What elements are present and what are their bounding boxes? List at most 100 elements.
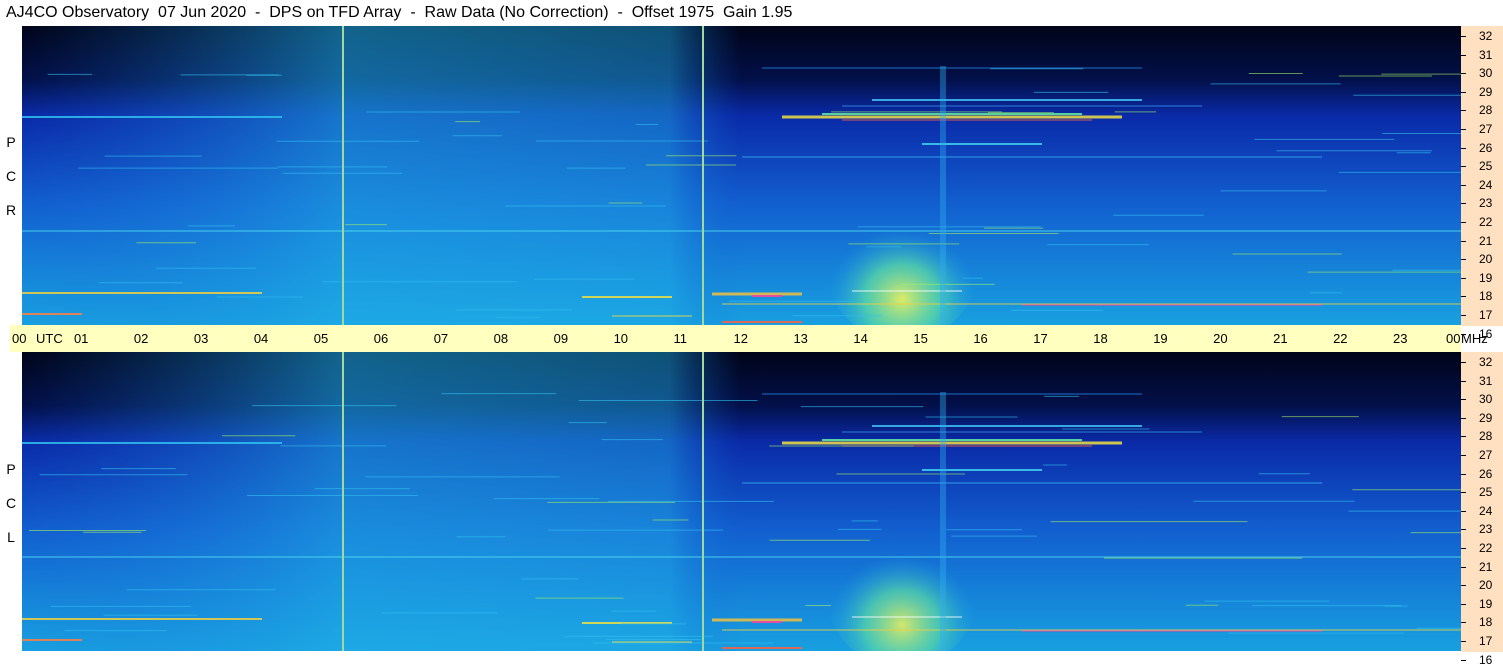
freq-tick-label: 32: [1479, 29, 1493, 43]
time-tick-label: 10: [613, 331, 629, 346]
freq-tick-label: 29: [1479, 84, 1493, 99]
freq-tick-label: 25: [1479, 159, 1493, 174]
freq-axis-rcp: 32 31 30 29 28 27 26 25 24 23 22 21 20 19 18 17 16: [1461, 26, 1503, 340]
time-tick-label: 19: [1153, 331, 1168, 346]
freq-tick: [1461, 362, 1466, 363]
time-axis: UTC 00 01 02 03 04 05 06 07 08 09 10 11 12 13 14 15 16 17…: [10, 325, 1461, 352]
freq-tick: [1461, 510, 1466, 512]
freq-tick: [1461, 277, 1466, 279]
freq-tick-label: 23: [1479, 196, 1493, 211]
freq-tick-label: 19: [1479, 270, 1493, 285]
freq-tick: [1461, 73, 1466, 75]
freq-tick: [1461, 259, 1466, 261]
lcp-letter-3: L: [7, 529, 15, 545]
freq-tick-label: 16: [1479, 652, 1493, 667]
freq-tick-label: 21: [1479, 233, 1493, 248]
freq-tick: [1461, 659, 1466, 661]
freq-tick: [1461, 91, 1466, 93]
freq-tick: [1461, 622, 1466, 624]
rcp-letter-1: P: [6, 134, 16, 150]
time-tick-label: 20: [1213, 331, 1228, 346]
time-tick-label: 15: [913, 331, 928, 346]
time-tick-label: 07: [433, 331, 449, 346]
lcp-marker-2: [702, 352, 704, 651]
freq-tick: [1461, 147, 1466, 149]
freq-tick-label: 32: [1479, 355, 1493, 369]
freq-tick-label: 30: [1479, 66, 1493, 81]
freq-tick: [1461, 473, 1466, 475]
freq-tick-label: 24: [1479, 503, 1493, 518]
time-tick-label: 11: [673, 331, 688, 346]
freq-tick: [1461, 129, 1466, 130]
time-tick-label: 00: [1446, 331, 1461, 346]
time-tick-label: 01: [73, 331, 89, 346]
freq-tick-label: 24: [1479, 177, 1493, 192]
freq-tick: [1461, 110, 1466, 112]
freq-tick: [1461, 566, 1466, 568]
chart-title: AJ4CO Observatory 07 Jun 2020 - DPS on T…: [6, 4, 793, 21]
freq-tick-label: 22: [1479, 215, 1493, 229]
freq-tick: [1461, 641, 1466, 642]
lcp-letter-1: P: [6, 461, 16, 477]
freq-tick-label: 17: [1479, 308, 1493, 322]
utc-label: UTC: [36, 331, 63, 346]
freq-tick: [1461, 315, 1466, 316]
freq-tick: [1461, 492, 1466, 494]
time-tick-label: 03: [193, 331, 209, 346]
freq-tick: [1461, 603, 1466, 605]
freq-tick-label: 18: [1479, 289, 1493, 304]
time-tick-label: 00: [12, 331, 27, 346]
time-tick-label: 08: [493, 331, 509, 346]
freq-tick-label: 28: [1479, 429, 1493, 444]
freq-tick-label: 17: [1479, 634, 1493, 648]
freq-tick: [1461, 529, 1466, 531]
freq-tick-label: 26: [1479, 466, 1493, 481]
vertical-burst: [940, 392, 946, 651]
time-tick-label: 18: [1093, 331, 1108, 346]
freq-tick-label: 20: [1479, 252, 1493, 267]
freq-tick-label: 26: [1479, 140, 1493, 155]
lcp-marker-1: [342, 352, 344, 651]
time-tick-label: 16: [973, 331, 988, 346]
freq-tick-label: 22: [1479, 541, 1493, 555]
time-tick-label: 21: [1273, 331, 1288, 346]
freq-tick: [1461, 36, 1466, 37]
freq-tick: [1461, 333, 1466, 335]
time-tick-label: 14: [853, 331, 868, 346]
freq-tick-label: 23: [1479, 522, 1493, 537]
time-tick-label: 06: [373, 331, 389, 346]
rcp-marker-2: [702, 26, 704, 325]
freq-tick-label: 30: [1479, 392, 1493, 407]
freq-tick: [1461, 54, 1466, 56]
freq-axis-lcp: 32 31 30 29 28 27 26 25 24 23 22 21 20 19 18 17 16: [1461, 352, 1503, 666]
time-tick-label: 02: [133, 331, 149, 346]
freq-tick-label: 28: [1479, 103, 1493, 118]
freq-tick-label: 25: [1479, 485, 1493, 500]
lcp-letter-2: C: [5, 495, 17, 511]
freq-tick: [1461, 399, 1466, 401]
freq-tick: [1461, 436, 1466, 438]
freq-tick: [1461, 380, 1466, 382]
freq-tick-label: 21: [1479, 559, 1493, 574]
freq-tick-label: 18: [1479, 615, 1493, 630]
rcp-spectrogram: [22, 26, 1461, 325]
rcp-letter-2: C: [5, 168, 17, 184]
freq-tick: [1461, 455, 1466, 456]
freq-tick-label: 19: [1479, 596, 1493, 611]
rcp-spectrogram-svg: [22, 26, 1461, 325]
freq-tick: [1461, 417, 1466, 419]
freq-tick-label: 31: [1479, 47, 1493, 62]
time-tick-label: 04: [253, 331, 269, 346]
freq-tick-label: 27: [1479, 122, 1493, 136]
rcp-polarization-label: P C R: [0, 125, 22, 227]
freq-tick: [1461, 240, 1466, 242]
lcp-spectrogram-svg: [22, 352, 1461, 651]
freq-tick-label: 20: [1479, 578, 1493, 593]
time-tick-label: 22: [1333, 331, 1348, 346]
lcp-polarization-label: P C L: [0, 452, 22, 554]
lcp-spectrogram: [22, 352, 1461, 651]
time-tick-label: 13: [793, 331, 808, 346]
freq-tick-label: 27: [1479, 448, 1493, 462]
time-tick-label: 09: [553, 331, 569, 346]
freq-tick-label: 29: [1479, 410, 1493, 425]
